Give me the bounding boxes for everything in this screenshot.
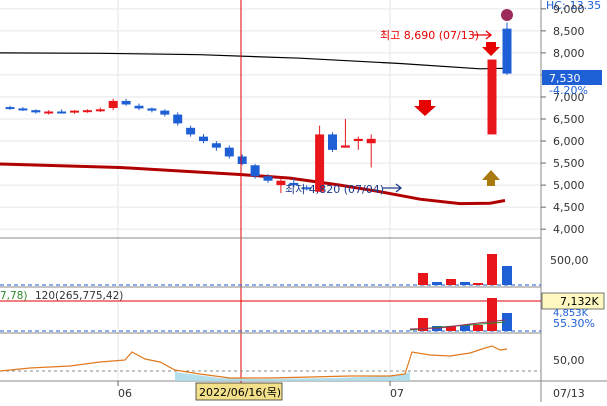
volume-bar: [432, 282, 442, 285]
indicator-bar: [487, 298, 497, 331]
crosshair-date: 2022/06/16(목): [199, 386, 281, 399]
candle-body: [224, 147, 234, 157]
candle-body: [186, 127, 196, 135]
volume-bar: [473, 283, 483, 285]
price-tick-label: 8,500: [553, 25, 585, 38]
time-label-07: 07: [390, 387, 404, 400]
price-tick-label: 9,000: [553, 3, 585, 16]
candle-body: [173, 114, 183, 124]
low-annotation: 최저 4,820 (07/04): [285, 183, 384, 196]
candle-body: [121, 100, 131, 105]
price-tick-label: 8,000: [553, 47, 585, 60]
candle-body: [95, 109, 105, 112]
price-tick-label: 4,000: [553, 223, 585, 236]
candle-body: [366, 138, 376, 144]
candle-body: [18, 108, 28, 111]
candle-body: [31, 110, 41, 113]
candle-body: [57, 111, 67, 114]
stock-chart[interactable]: HC:-13.35 9,0008,5008,0007,5007,0006,500…: [0, 0, 607, 402]
candle-body: [134, 105, 144, 109]
candle-body: [250, 165, 260, 177]
oscillator: [0, 345, 541, 381]
price-tick-label: 4,500: [553, 201, 585, 214]
candle-body: [147, 108, 157, 111]
candle-body: [44, 111, 54, 114]
price-tick-label: 6,500: [553, 113, 585, 126]
volume-bar: [487, 254, 497, 285]
candle-body: [160, 110, 170, 115]
volume-bar: [418, 273, 428, 285]
indicator-value: 7,132K: [560, 295, 599, 308]
candle-body: [340, 145, 350, 148]
candle-body: [502, 28, 512, 74]
volume-bars: [0, 254, 541, 286]
osc-axis-label: 50,00: [553, 354, 585, 367]
candle-body: [353, 138, 363, 142]
price-tick-label: 6,000: [553, 135, 585, 148]
price-tick-label: 5,000: [553, 179, 585, 192]
volume-bar: [460, 282, 470, 285]
time-label-right: 07/13: [553, 387, 585, 400]
candle-body: [199, 136, 208, 142]
candle-body: [211, 143, 221, 148]
price-tick-label: 5,500: [553, 157, 585, 170]
indicator-bars: [0, 298, 541, 332]
high-annotation: 최고 8,690 (07/13): [380, 29, 479, 42]
volume-bar: [502, 266, 512, 285]
volume-bar: [446, 279, 456, 285]
indicator-percent: 55.30%: [553, 317, 595, 330]
candle-body: [108, 100, 118, 108]
candle-body: [237, 156, 247, 164]
volume-axis-label: 500,00: [550, 254, 589, 267]
candle-body: [263, 176, 273, 181]
time-label-06: 06: [118, 387, 132, 400]
price-axis: 9,0008,5008,0007,5007,0006,5006,0005,500…: [541, 3, 585, 236]
osc-line: [0, 345, 508, 379]
candle-body: [5, 107, 15, 110]
candle-body: [487, 59, 497, 135]
candle-body: [328, 134, 337, 150]
candle-body: [70, 110, 79, 113]
change-percent: -4.20%: [549, 84, 588, 97]
event-dot-icon[interactable]: [501, 9, 513, 21]
indicator-params: 120(265,775,42): [35, 290, 123, 302]
candle-body: [82, 110, 92, 113]
indicator-bar: [473, 325, 483, 331]
chart-canvas[interactable]: HC:-13.35 9,0008,5008,0007,5007,0006,500…: [0, 0, 607, 402]
indicator-left-text: 7,78): [0, 290, 27, 302]
